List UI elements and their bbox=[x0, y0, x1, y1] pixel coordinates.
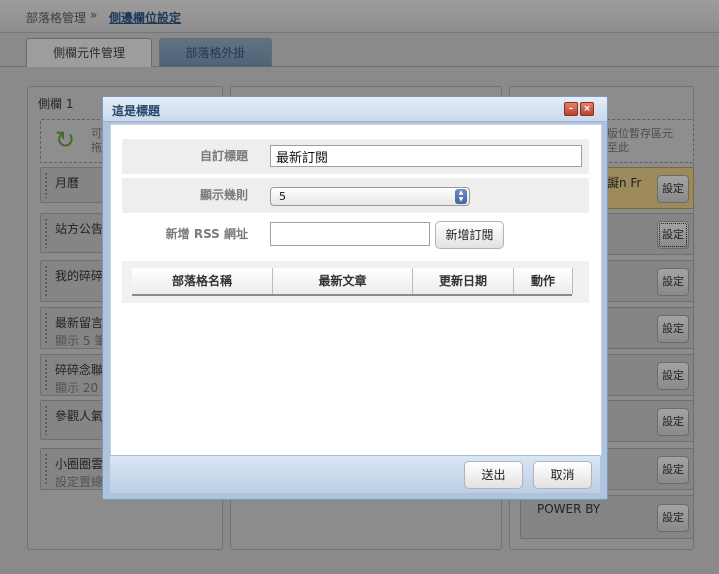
widget-settings-button[interactable]: 設定 bbox=[657, 315, 689, 343]
close-icon[interactable]: × bbox=[580, 102, 594, 116]
dialog-header[interactable]: 這是標題 – × bbox=[103, 97, 607, 122]
drop-hint-line1: 版位暫存區元 bbox=[607, 127, 673, 140]
column-header-action: 動作 bbox=[514, 268, 573, 294]
widget-settings-button[interactable]: 設定 bbox=[657, 408, 689, 436]
dialog-title: 這是標題 bbox=[112, 104, 161, 118]
submit-button[interactable]: 送出 bbox=[464, 461, 523, 489]
display-count-label: 顯示幾則 bbox=[199, 188, 248, 202]
add-subscription-button[interactable]: 新增訂閱 bbox=[435, 221, 504, 249]
rss-url-label: 新增 RSS 網址 bbox=[165, 227, 248, 241]
drop-hint-line2: 至此 bbox=[607, 141, 629, 154]
widget-subtitle: 顯示 5 筆 bbox=[55, 334, 107, 348]
breadcrumb-separator: » bbox=[90, 8, 98, 22]
tab-bar: 側欄元件管理 部落格外掛 bbox=[0, 36, 719, 67]
widget-settings-button[interactable]: 設定 bbox=[657, 268, 689, 296]
widget-item[interactable]: POWER BY 設定 bbox=[520, 495, 694, 539]
custom-title-label: 自訂標題 bbox=[199, 149, 248, 163]
widget-subtitle: 設定置總 bbox=[55, 475, 104, 489]
widget-settings-button[interactable]: 設定 bbox=[657, 362, 689, 390]
widget-title: 最新留言 bbox=[55, 316, 104, 330]
drop-hint-line2: 拖 bbox=[91, 141, 102, 154]
widget-title: 碎碎念聯 bbox=[55, 363, 104, 377]
display-count-select[interactable]: 5 ▲ ▼ bbox=[270, 187, 470, 206]
tab-sidebar-widgets[interactable]: 側欄元件管理 bbox=[26, 38, 152, 67]
widget-title: 站方公告 bbox=[55, 222, 104, 236]
drag-handle[interactable] bbox=[44, 312, 48, 344]
widget-title: 譺n Fr bbox=[607, 176, 642, 190]
dialog-body: 自訂標題 顯示幾則 5 ▲▼ 新增 RSS 網址 新增訂閱 部落格名稱 最新文章… bbox=[110, 124, 602, 456]
widget-title: 月曆 bbox=[55, 176, 80, 190]
drop-hint-line1: 可 bbox=[91, 127, 102, 140]
display-count-value: 5 bbox=[279, 190, 286, 203]
widget-title: 我的碎碎 bbox=[55, 269, 104, 283]
widget-subtitle: 顯示 20 bbox=[55, 381, 99, 395]
settings-dialog: 這是標題 – × 自訂標題 顯示幾則 5 ▲▼ 新增 RSS 網址 新增訂閱 部… bbox=[102, 96, 608, 500]
tab-blog-plugins[interactable]: 部落格外掛 bbox=[159, 38, 272, 67]
dialog-footer: 送出 取消 bbox=[110, 455, 600, 493]
column-header-latest-post: 最新文章 bbox=[273, 268, 413, 294]
drag-handle[interactable] bbox=[44, 453, 48, 485]
minimize-icon[interactable]: – bbox=[564, 102, 578, 116]
widget-title: 參觀人氣 bbox=[55, 409, 104, 423]
breadcrumb-current[interactable]: 側邊欄位設定 bbox=[109, 9, 181, 26]
column-title: 側欄 1 bbox=[38, 97, 74, 111]
drag-handle[interactable] bbox=[44, 359, 48, 391]
custom-title-input[interactable] bbox=[270, 145, 582, 167]
widget-title: 小圈圈雲 bbox=[55, 457, 104, 471]
subscription-table: 部落格名稱 最新文章 更新日期 動作 bbox=[122, 261, 589, 303]
breadcrumb: 部落格管理 » 側邊欄位設定 bbox=[0, 0, 719, 33]
column-header-blog-name: 部落格名稱 bbox=[132, 268, 273, 294]
drag-handle[interactable] bbox=[44, 218, 48, 248]
widget-title: POWER BY bbox=[537, 502, 601, 516]
widget-settings-button[interactable]: 設定 bbox=[657, 175, 689, 203]
drag-handle[interactable] bbox=[44, 172, 48, 198]
widget-settings-button[interactable]: 設定 bbox=[657, 221, 689, 249]
table-header: 部落格名稱 最新文章 更新日期 動作 bbox=[132, 268, 573, 296]
column-header-update-date: 更新日期 bbox=[413, 268, 514, 294]
drag-handle[interactable] bbox=[44, 405, 48, 435]
breadcrumb-parent-link[interactable]: 部落格管理 bbox=[26, 9, 86, 26]
widget-settings-button[interactable]: 設定 bbox=[657, 504, 689, 532]
rss-url-input[interactable] bbox=[270, 222, 430, 246]
select-arrows-icon: ▲ ▼ bbox=[455, 189, 467, 204]
refresh-arrow-icon: ↻ bbox=[55, 126, 76, 154]
drag-handle[interactable] bbox=[44, 265, 48, 297]
cancel-button[interactable]: 取消 bbox=[533, 461, 592, 489]
widget-settings-button[interactable]: 設定 bbox=[657, 456, 689, 484]
